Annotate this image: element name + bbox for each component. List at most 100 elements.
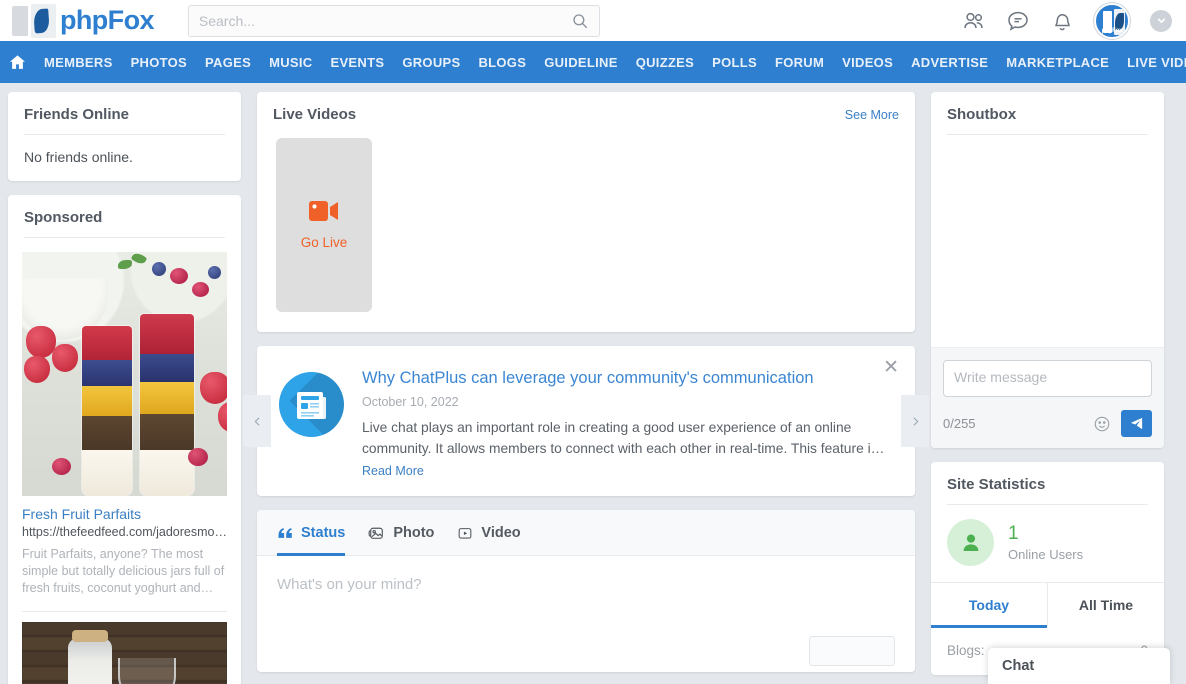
nav-item-marketplace[interactable]: MARKETPLACE <box>997 55 1118 70</box>
main-column: Live Videos See More Go Live ✕ Why ChatP… <box>243 92 929 684</box>
emoji-smiley-icon[interactable] <box>1093 415 1111 433</box>
search-box[interactable] <box>187 4 600 37</box>
newspaper-icon <box>279 372 344 437</box>
phpfox-logo-icon <box>12 3 58 38</box>
shoutbox-counter: 0/255 <box>943 416 976 431</box>
announcement-title[interactable]: Why ChatPlus can leverage your community… <box>362 368 887 388</box>
composer-tabs: Status Photo Video <box>257 510 915 556</box>
statistic-label: Blogs: <box>947 643 985 658</box>
announcement-date: October 10, 2022 <box>362 395 459 409</box>
tab-status[interactable]: Status <box>277 524 346 556</box>
online-users-stat: 1 Online Users <box>931 505 1164 582</box>
site-statistics-title: Site Statistics <box>947 476 1046 493</box>
nav-item-events[interactable]: EVENTS <box>321 55 393 70</box>
right-sidebar: Shoutbox 0/255 <box>931 92 1164 684</box>
nav-item-blogs[interactable]: BLOGS <box>469 55 535 70</box>
nav-item-live-videos[interactable]: LIVE VIDEOS <box>1118 55 1186 70</box>
tab-all-time[interactable]: All Time <box>1047 583 1164 628</box>
shoutbox-input[interactable] <box>943 360 1152 397</box>
friends-online-title: Friends Online <box>24 106 130 123</box>
nav-item-videos[interactable]: VIDEOS <box>833 55 902 70</box>
nav-item-members[interactable]: MEMBERS <box>35 55 122 70</box>
tab-video[interactable]: Video <box>456 524 521 556</box>
account-menu-button[interactable] <box>1150 9 1172 32</box>
jar-left <box>82 326 132 496</box>
video-icon <box>459 527 472 539</box>
online-users-count: 1 <box>1008 522 1019 544</box>
notifications-icon[interactable] <box>1050 9 1074 33</box>
logo-text: phpFox <box>60 5 154 35</box>
read-more-link[interactable]: Read More <box>362 464 887 478</box>
home-icon <box>9 54 26 69</box>
messages-icon[interactable] <box>1006 9 1030 33</box>
online-users-label: Online Users <box>1008 546 1084 562</box>
live-videos-title: Live Videos <box>273 106 357 123</box>
nav-item-music[interactable]: MUSIC <box>260 55 321 70</box>
site-logo[interactable]: phpFox <box>12 3 154 38</box>
photo-icon <box>368 527 384 539</box>
site-statistics-card: Site Statistics 1 Online Users Today All… <box>931 462 1164 675</box>
nav-items: MEMBERS PHOTOS PAGES MUSIC EVENTS GROUPS BLOGS… <box>35 55 1186 70</box>
sponsored-card: Sponsored Fresh Fruit Parfaits https://t… <box>8 195 241 684</box>
post-button[interactable] <box>809 636 895 666</box>
shoutbox-feed <box>931 135 1164 347</box>
top-header: phpFox phpFox <box>0 0 1186 41</box>
nav-item-polls[interactable]: POLLS <box>703 55 766 70</box>
send-paper-plane-icon <box>1130 417 1143 430</box>
nav-item-guideline[interactable]: GUIDELINE <box>535 55 626 70</box>
sponsored-link[interactable]: Fresh Fruit Parfaits <box>22 506 227 522</box>
shoutbox-card: Shoutbox 0/255 <box>931 92 1164 448</box>
nav-item-advertise[interactable]: ADVERTISE <box>902 55 997 70</box>
nav-item-pages[interactable]: PAGES <box>196 55 260 70</box>
sponsored-url: https://thefeedfeed.com/jadoresmo… <box>22 525 227 539</box>
milk-bottle-photo <box>22 622 227 684</box>
sponsored-image-2[interactable] <box>22 622 227 684</box>
status-placeholder: What's on your mind? <box>277 576 422 593</box>
chat-widget[interactable]: Chat <box>988 648 1170 684</box>
user-silhouette-icon <box>947 519 994 566</box>
composer-footer <box>257 636 915 672</box>
live-videos-card: Live Videos See More Go Live <box>257 92 915 332</box>
announcement-card: ✕ Why ChatPlus can leverage your communi… <box>243 346 929 496</box>
search-icon[interactable] <box>571 12 589 30</box>
status-input[interactable]: What's on your mind? <box>257 556 915 636</box>
left-sidebar: Friends Online No friends online. Sponso… <box>8 92 241 684</box>
tab-today[interactable]: Today <box>931 583 1047 628</box>
friends-online-empty: No friends online. <box>24 149 133 165</box>
send-message-button[interactable] <box>1121 410 1152 437</box>
carousel-next-button[interactable] <box>901 395 929 447</box>
sponsored-description: Fruit Parfaits, anyone? The most simple … <box>22 547 225 595</box>
see-more-link[interactable]: See More <box>845 108 899 122</box>
avatar-label: phpFox <box>1101 27 1123 34</box>
jar-right <box>140 314 194 496</box>
close-icon[interactable]: ✕ <box>883 358 899 377</box>
divider <box>22 611 227 612</box>
go-live-tile[interactable]: Go Live <box>276 138 372 312</box>
chevron-down-icon <box>1157 18 1165 24</box>
nav-item-forum[interactable]: FORUM <box>766 55 833 70</box>
nav-item-home[interactable] <box>8 53 27 72</box>
carousel-prev-button[interactable] <box>243 395 271 447</box>
shoutbox-title: Shoutbox <box>947 106 1017 123</box>
sponsored-image[interactable] <box>22 252 227 496</box>
user-avatar[interactable]: phpFox <box>1094 2 1130 39</box>
fruit-parfait-photo <box>22 252 227 496</box>
status-composer-card: Status Photo Video What's on your mind? <box>257 510 915 672</box>
friends-icon[interactable] <box>962 9 986 33</box>
chat-title: Chat <box>1002 658 1035 674</box>
header-actions: phpFox <box>962 2 1172 39</box>
tab-photo-label: Photo <box>393 524 435 541</box>
nav-item-photos[interactable]: PHOTOS <box>122 55 196 70</box>
page-content: Friends Online No friends online. Sponso… <box>0 83 1186 684</box>
quote-icon <box>278 527 292 538</box>
tab-status-label: Status <box>301 524 346 541</box>
tab-video-label: Video <box>481 524 521 541</box>
nav-item-groups[interactable]: GROUPS <box>393 55 469 70</box>
search-input[interactable] <box>198 12 571 29</box>
statistics-tabs: Today All Time <box>931 582 1164 628</box>
announcement-body: Live chat plays an important role in cre… <box>362 420 885 456</box>
nav-item-quizzes[interactable]: QUIZZES <box>627 55 703 70</box>
video-camera-icon <box>309 201 338 221</box>
chevron-left-icon <box>254 416 260 426</box>
tab-photo[interactable]: Photo <box>367 524 434 556</box>
